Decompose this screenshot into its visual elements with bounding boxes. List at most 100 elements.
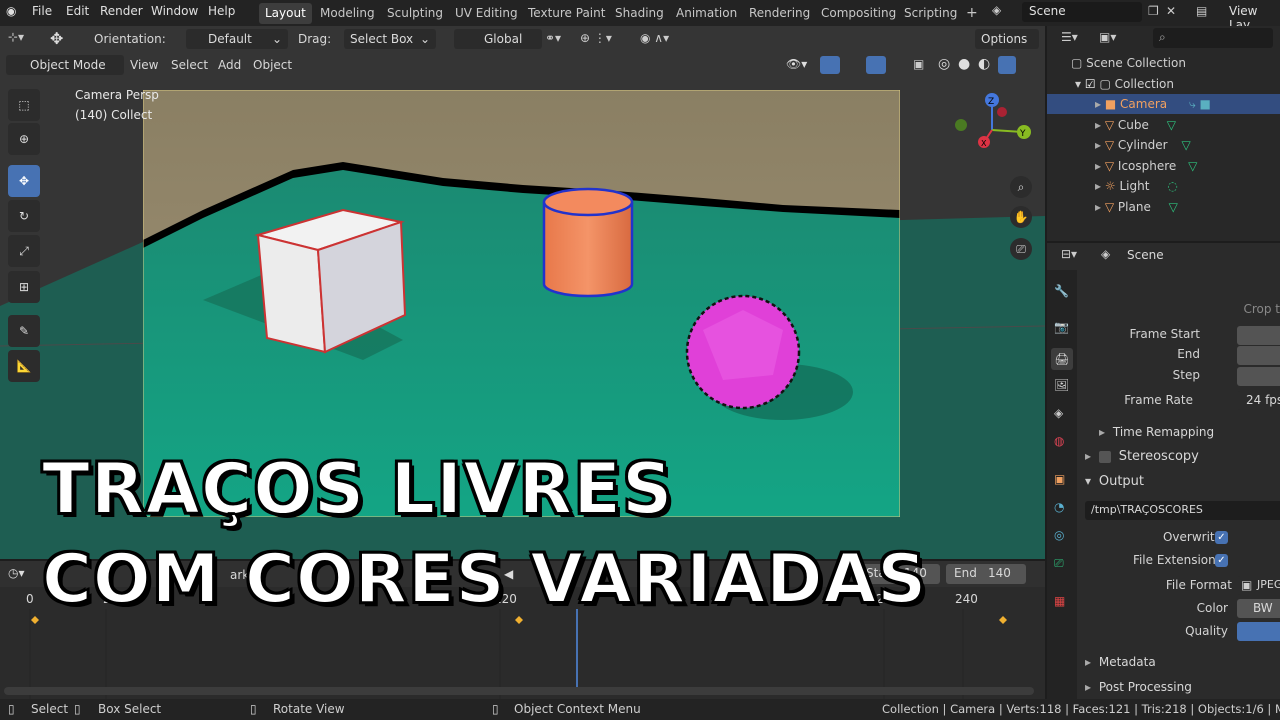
outliner-item-cylinder[interactable]: ▸ ▽ Cylinder ▽: [1047, 135, 1280, 155]
scale-tool-button[interactable]: ⤢: [8, 235, 40, 267]
tab-scripting[interactable]: Scripting: [898, 3, 963, 24]
file-format-dropdown[interactable]: ▣ JPEG: [1237, 576, 1280, 595]
output-tab-icon[interactable]: 🖨: [1051, 348, 1073, 370]
frame-start-field[interactable]: [1237, 326, 1280, 345]
menu-edit[interactable]: Edit: [66, 4, 89, 18]
menu-render[interactable]: Render: [100, 4, 143, 18]
outliner-item-light[interactable]: ▸ ☼ Light ◌: [1047, 176, 1280, 196]
blender-logo-icon[interactable]: ◉: [6, 4, 16, 18]
select-tool-button[interactable]: ⬚: [8, 89, 40, 121]
timeline-track[interactable]: [0, 609, 1045, 699]
delete-scene-icon[interactable]: ✕: [1166, 4, 1176, 18]
overwrite-checkbox[interactable]: ✓: [1215, 531, 1228, 544]
menu-window[interactable]: Window: [151, 4, 198, 18]
tab-rendering[interactable]: Rendering: [743, 3, 816, 24]
outliner-collection[interactable]: ▾ ☑ ▢ Collection: [1047, 74, 1280, 94]
tab-sculpting[interactable]: Sculpting: [381, 3, 449, 24]
editor-type-icon[interactable]: ⊹▾: [8, 30, 24, 44]
add-workspace-icon[interactable]: +: [960, 3, 984, 24]
outliner-item-icosphere[interactable]: ▸ ▽ Icosphere ▽: [1047, 156, 1280, 176]
stereoscopy-checkbox[interactable]: [1098, 450, 1111, 463]
add-menu[interactable]: Add: [218, 58, 241, 72]
snap-icon[interactable]: ⊕ ⋮▾: [580, 31, 612, 45]
color-mode-toggle[interactable]: BW: [1237, 599, 1280, 618]
properties-editor-icon[interactable]: ⊟▾: [1061, 247, 1077, 261]
pan-hand-icon[interactable]: ✋: [1010, 206, 1032, 228]
orientation-dropdown[interactable]: Default ⌄: [186, 29, 288, 49]
keyframe-marker[interactable]: [31, 616, 39, 624]
texture-tab-icon[interactable]: ▦: [1054, 594, 1065, 608]
solid-shading-icon[interactable]: ●: [958, 56, 970, 72]
menu-help[interactable]: Help: [208, 4, 235, 18]
view-layer-tab-icon[interactable]: 🖼: [1054, 378, 1069, 392]
material-shading-icon[interactable]: ◐: [978, 56, 990, 72]
frame-step-field[interactable]: [1237, 367, 1280, 386]
file-extensions-checkbox[interactable]: ✓: [1215, 554, 1228, 567]
timeline-scrollbar[interactable]: [4, 687, 1034, 695]
overlay-toggle-icon[interactable]: [866, 56, 886, 74]
timeline-editor-icon[interactable]: ◷▾: [8, 566, 25, 580]
menu-file[interactable]: File: [32, 4, 52, 18]
transform-tool-button[interactable]: ⊞: [8, 271, 40, 303]
move-tool-button[interactable]: ✥: [8, 165, 40, 197]
tab-shading[interactable]: Shading: [609, 3, 670, 24]
keyframe-marker[interactable]: [999, 616, 1007, 624]
annotate-tool-button[interactable]: ✎: [8, 315, 40, 347]
new-scene-icon[interactable]: ❐: [1148, 4, 1159, 18]
outliner-item-cube[interactable]: ▸ ▽ Cube ▽: [1047, 115, 1280, 135]
move-gizmo-icon[interactable]: ✥: [50, 29, 63, 48]
tab-animation[interactable]: Animation: [670, 3, 743, 24]
world-tab-icon[interactable]: ◍: [1054, 434, 1064, 448]
rendered-shading-icon[interactable]: [998, 56, 1016, 74]
data-tab-icon[interactable]: ⎚: [1054, 556, 1064, 571]
object-menu[interactable]: Object: [253, 58, 292, 72]
frame-end-field[interactable]: [1237, 346, 1280, 365]
metadata-panel[interactable]: ▸ Metadata: [1085, 655, 1156, 669]
end-frame-field[interactable]: End 140: [946, 564, 1026, 584]
object-tab-icon[interactable]: ▣: [1054, 472, 1065, 486]
xray-icon[interactable]: ▣: [913, 57, 924, 71]
outliner-item-camera[interactable]: ▸ ■ Camera ⤷ ■: [1047, 94, 1280, 114]
outliner-scene-collection[interactable]: ▢ Scene Collection: [1047, 53, 1280, 73]
display-mode-icon[interactable]: ▣▾: [1099, 30, 1116, 44]
rotate-tool-button[interactable]: ↻: [8, 200, 40, 232]
physics-tab-icon[interactable]: ◎: [1054, 528, 1064, 542]
output-panel[interactable]: ▾ Output: [1085, 474, 1144, 489]
proportional-edit-icon[interactable]: ◉ ∧▾: [640, 31, 669, 45]
tab-uv-editing[interactable]: UV Editing: [449, 3, 524, 24]
tool-tab-icon[interactable]: 🔧: [1054, 284, 1069, 298]
tab-texture-paint[interactable]: Texture Paint: [522, 3, 611, 24]
quality-slider[interactable]: [1237, 622, 1280, 641]
camera-view-icon[interactable]: ⎚: [1010, 238, 1032, 260]
gizmo-toggle-icon[interactable]: [820, 56, 840, 74]
stereoscopy-panel[interactable]: ▸ Stereoscopy: [1085, 449, 1199, 464]
time-remapping-panel[interactable]: ▸ Time Remapping: [1099, 425, 1214, 439]
output-path-field[interactable]: /tmp\TRAÇOSCORES: [1085, 501, 1280, 520]
drag-dropdown[interactable]: Select Box ⌄: [344, 29, 436, 49]
render-tab-icon[interactable]: 📷: [1054, 320, 1069, 334]
tab-layout[interactable]: Layout: [259, 3, 312, 24]
view-menu[interactable]: View: [130, 58, 158, 72]
scene-selector[interactable]: Scene: [1022, 2, 1142, 22]
outliner-item-plane[interactable]: ▸ ▽ Plane ▽: [1047, 197, 1280, 217]
zoom-icon[interactable]: ⌕: [1010, 176, 1032, 198]
icosphere-object[interactable]: [685, 294, 801, 410]
tab-compositing[interactable]: Compositing: [815, 3, 902, 24]
frame-rate-dropdown[interactable]: 24 fps: [1237, 391, 1280, 410]
cursor-tool-button[interactable]: ⊕: [8, 123, 40, 155]
visibility-icon[interactable]: 👁▾: [786, 57, 807, 71]
pivot-point-icon[interactable]: ⚭▾: [545, 31, 561, 45]
navigation-gizmo[interactable]: Z Y X: [952, 90, 1038, 176]
post-processing-panel[interactable]: ▸ Post Processing: [1085, 680, 1192, 694]
transform-orientation-dropdown[interactable]: Global: [454, 29, 542, 49]
mode-dropdown[interactable]: Object Mode: [6, 55, 124, 75]
scene-tab-icon[interactable]: ◈: [1054, 406, 1063, 420]
scene-icon[interactable]: ◈: [992, 3, 1012, 23]
select-menu[interactable]: Select: [171, 58, 208, 72]
outliner-search-input[interactable]: ⌕: [1153, 28, 1273, 48]
options-button[interactable]: Options: [975, 29, 1039, 49]
cylinder-object[interactable]: [542, 187, 634, 298]
view-layer-icon[interactable]: ▤: [1196, 4, 1207, 18]
wireframe-shading-icon[interactable]: ◎: [938, 56, 950, 72]
modifier-tab-icon[interactable]: ◔: [1054, 500, 1064, 514]
